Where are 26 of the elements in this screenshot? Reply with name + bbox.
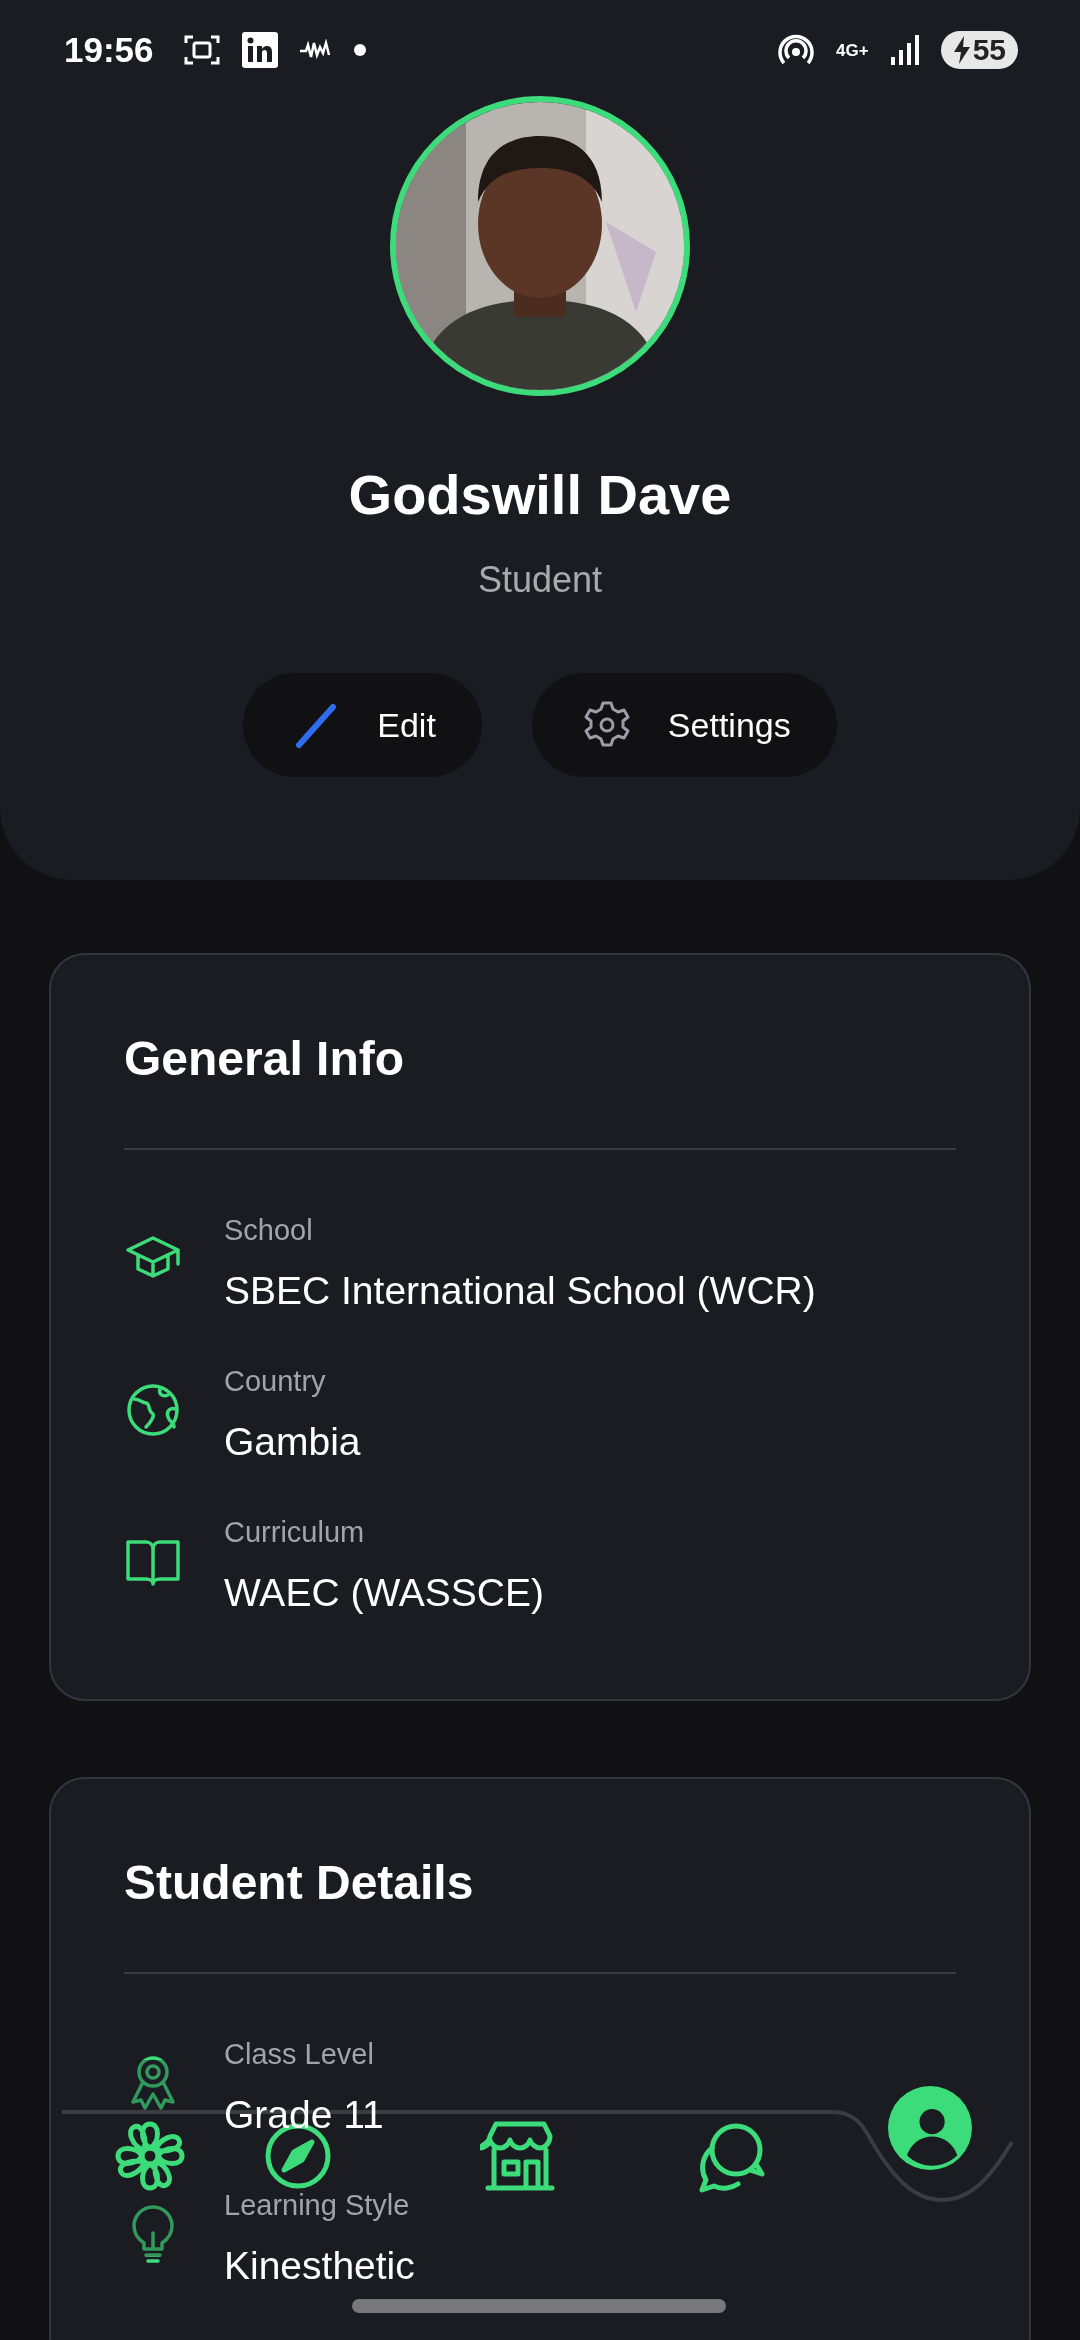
battery-indicator: 55 xyxy=(940,31,1018,69)
globe-icon xyxy=(124,1381,182,1439)
hotspot-icon xyxy=(778,33,814,67)
field-label: Learning Style xyxy=(224,2189,411,2222)
field-value: WAEC (WASSCE) xyxy=(224,1571,544,1615)
field-value: Kinesthetic xyxy=(224,2244,415,2288)
dot-icon xyxy=(353,44,366,56)
field-value: SBEC International School (WCR) xyxy=(224,1269,816,1313)
linkedin-icon xyxy=(241,32,278,68)
field-label: School xyxy=(224,1214,314,1247)
settings-button[interactable]: Settings xyxy=(531,673,837,777)
card-title: Student Details xyxy=(124,1855,475,1910)
field-label: Curriculum xyxy=(224,1516,366,1549)
edit-button[interactable]: Edit xyxy=(243,673,482,777)
profile-role: Student xyxy=(477,559,603,601)
screenshot-icon xyxy=(183,33,220,67)
waveform-icon xyxy=(299,39,332,61)
status-time: 19:56 xyxy=(64,30,154,70)
network-type: 4G+ xyxy=(836,41,869,59)
profile-name: Godswill Dave xyxy=(348,462,732,527)
field-value: Gambia xyxy=(224,1420,361,1464)
card-title: General Info xyxy=(124,1031,406,1086)
field-label: Country xyxy=(224,1365,327,1398)
field-value: Grade 11 xyxy=(224,2093,384,2137)
field-label: Class Level xyxy=(224,2038,375,2071)
signal-icon xyxy=(890,35,919,65)
